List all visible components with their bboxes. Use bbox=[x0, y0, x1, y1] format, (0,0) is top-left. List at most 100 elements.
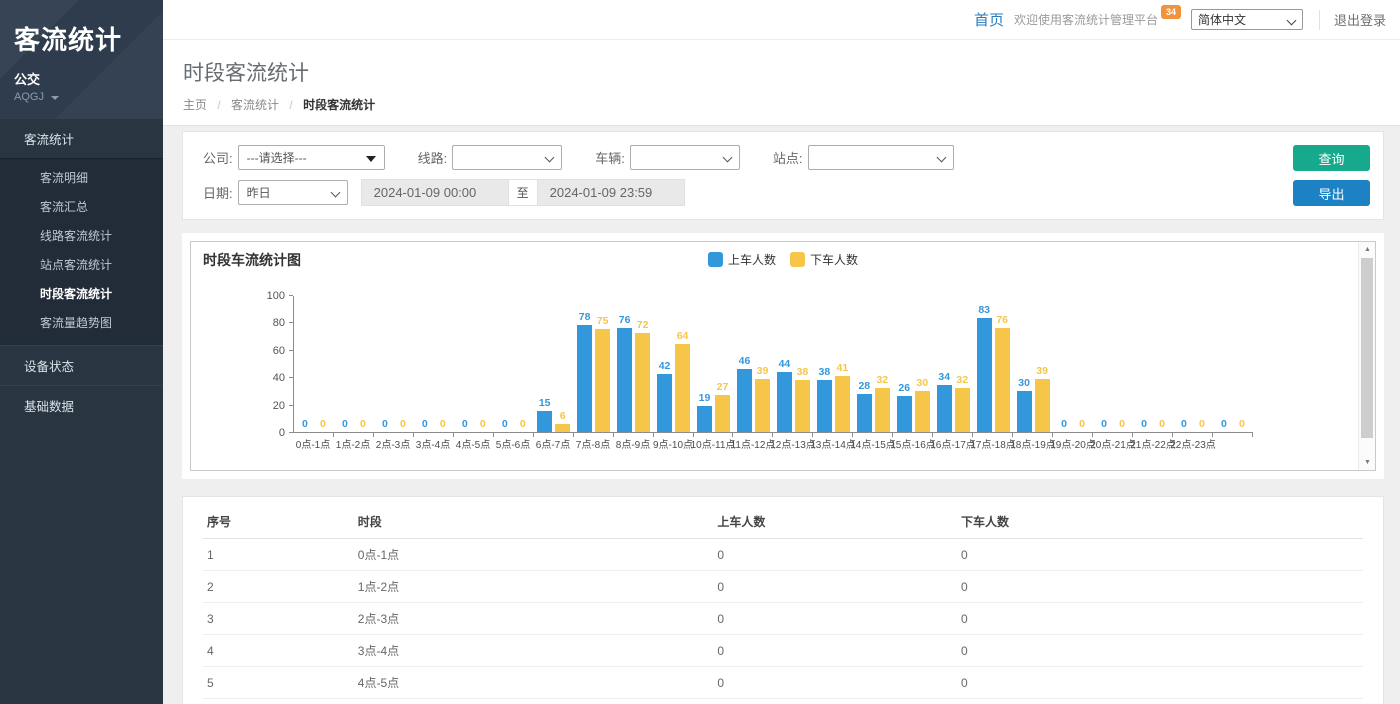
x-axis-label: 18点-19点 bbox=[1013, 436, 1053, 451]
legend-label: 上车人数 bbox=[728, 251, 776, 268]
bar-value-label: 46 bbox=[739, 355, 751, 367]
end-datetime-input[interactable]: 2024-01-09 23:59 bbox=[537, 179, 685, 206]
home-link[interactable]: 首页 bbox=[974, 9, 1004, 30]
y-axis-label: 40 bbox=[273, 372, 285, 384]
line-label: 线路: bbox=[418, 148, 448, 167]
x-axis-label: 7点-8点 bbox=[573, 436, 613, 451]
x-axis-label: 14点-15点 bbox=[853, 436, 893, 451]
legend-item[interactable]: 下车人数 bbox=[790, 251, 858, 268]
bar-value-label: 27 bbox=[717, 381, 729, 393]
table-cell: 0 bbox=[957, 635, 1363, 667]
scroll-down-arrow[interactable]: ▼ bbox=[1359, 455, 1376, 470]
y-axis-label: 20 bbox=[273, 400, 285, 412]
y-axis-label: 0 bbox=[279, 427, 285, 439]
org-code-label: AQGJ bbox=[14, 91, 44, 103]
bar-group: 00 bbox=[334, 296, 374, 432]
x-axis-label: 16点-17点 bbox=[933, 436, 973, 451]
legend-label: 下车人数 bbox=[810, 251, 858, 268]
date-preset-select[interactable]: 昨日 bbox=[238, 180, 348, 205]
org-code-dropdown[interactable]: AQGJ bbox=[14, 91, 149, 103]
line-filter: 线路: bbox=[418, 145, 563, 170]
bar-value-label: 0 bbox=[520, 418, 526, 430]
x-axis-label: 1点-2点 bbox=[333, 436, 373, 451]
bar-value-label: 0 bbox=[1141, 418, 1147, 430]
table-cell: 4 bbox=[203, 635, 354, 667]
chart-scrollbar[interactable]: ▲ ▼ bbox=[1358, 242, 1375, 470]
table-header-row: 序号 时段 上车人数 下车人数 bbox=[203, 505, 1363, 539]
page-header: 时段客流统计 主页 / 客流统计 / 时段客流统计 bbox=[163, 40, 1400, 126]
query-button[interactable]: 查询 bbox=[1293, 145, 1370, 171]
col-header-index: 序号 bbox=[203, 505, 354, 539]
y-axis-tick bbox=[289, 350, 293, 351]
bar-value-label: 0 bbox=[1181, 418, 1187, 430]
bar-group: 00 bbox=[1053, 296, 1093, 432]
sidebar-subitem[interactable]: 客流明细 bbox=[0, 163, 163, 192]
bar-group: 00 bbox=[294, 296, 334, 432]
bar-group: 3841 bbox=[813, 296, 853, 432]
company-filter: 公司: ---请选择--- bbox=[203, 145, 385, 170]
line-select[interactable] bbox=[452, 145, 562, 170]
bar-value-label: 0 bbox=[1119, 418, 1125, 430]
bar-value-label: 0 bbox=[440, 418, 446, 430]
bar-group: 00 bbox=[1133, 296, 1173, 432]
col-header-alighting: 下车人数 bbox=[957, 505, 1363, 539]
x-axis-label: 8点-9点 bbox=[613, 436, 653, 451]
bar-value-label: 28 bbox=[858, 380, 870, 392]
bar-value-label: 78 bbox=[579, 311, 591, 323]
bar-value-label: 38 bbox=[819, 366, 831, 378]
sidebar-item-passenger-stats[interactable]: 客流统计 bbox=[0, 118, 163, 158]
table-cell: 0 bbox=[957, 539, 1363, 571]
sidebar-subitem[interactable]: 线路客流统计 bbox=[0, 221, 163, 250]
vehicle-select[interactable] bbox=[630, 145, 740, 170]
table-cell: 0 bbox=[713, 667, 957, 699]
bar-value-label: 0 bbox=[382, 418, 388, 430]
table-cell: 2 bbox=[203, 571, 354, 603]
app-logo: 客流统计 bbox=[14, 20, 149, 57]
bar-value-label: 32 bbox=[876, 374, 888, 386]
filter-row-1: 公司: ---请选择--- 线路: 车辆: bbox=[203, 145, 1363, 170]
bar-group: 7672 bbox=[614, 296, 654, 432]
bar-boarding: 42 bbox=[657, 374, 672, 432]
welcome-text: 欢迎使用客流统计管理平台 bbox=[1014, 11, 1158, 28]
table-cell: 0 bbox=[713, 539, 957, 571]
bar-value-label: 34 bbox=[938, 371, 950, 383]
scrollbar-thumb[interactable] bbox=[1361, 258, 1373, 438]
sidebar-subitem[interactable]: 站点客流统计 bbox=[0, 250, 163, 279]
bar-group: 4264 bbox=[654, 296, 694, 432]
scroll-up-arrow[interactable]: ▲ bbox=[1359, 242, 1376, 257]
legend-item[interactable]: 上车人数 bbox=[708, 251, 776, 268]
sidebar: 客流统计 公交 AQGJ 客流统计 客流明细客流汇总线路客流统计站点客流统计时段… bbox=[0, 0, 163, 704]
bar-value-label: 6 bbox=[560, 410, 566, 422]
y-axis-label: 100 bbox=[267, 290, 285, 302]
station-select[interactable] bbox=[808, 145, 954, 170]
table-cell: 5点-6点 bbox=[354, 699, 714, 704]
bar-group: 46 39 bbox=[733, 296, 773, 432]
sidebar-subitem[interactable]: 客流量趋势图 bbox=[0, 308, 163, 337]
export-button[interactable]: 导出 bbox=[1293, 180, 1370, 206]
breadcrumb-home[interactable]: 主页 bbox=[183, 98, 207, 112]
bar-alighting: 39 bbox=[755, 379, 770, 432]
breadcrumb-section[interactable]: 客流统计 bbox=[231, 98, 279, 112]
sidebar-item-base-data[interactable]: 基础数据 bbox=[0, 385, 163, 425]
bar-alighting: 72 bbox=[635, 333, 650, 432]
table-cell: 5 bbox=[203, 667, 354, 699]
start-datetime-input[interactable]: 2024-01-09 00:00 bbox=[361, 179, 509, 206]
table-panel: 序号 时段 上车人数 下车人数 10点-1点0021点-2点0032点-3点00… bbox=[182, 496, 1384, 704]
bar-value-label: 0 bbox=[1079, 418, 1085, 430]
bar-value-label: 32 bbox=[956, 374, 968, 386]
bar-value-label: 0 bbox=[342, 418, 348, 430]
language-select[interactable]: 简体中文 bbox=[1191, 9, 1303, 30]
sidebar-subitem[interactable]: 时段客流统计 bbox=[0, 279, 163, 308]
sidebar-subitem[interactable]: 客流汇总 bbox=[0, 192, 163, 221]
bar-group: 00 bbox=[414, 296, 454, 432]
sidebar-item-device-status[interactable]: 设备状态 bbox=[0, 345, 163, 385]
logout-link[interactable]: 退出登录 bbox=[1319, 10, 1386, 30]
company-select[interactable]: ---请选择--- bbox=[238, 145, 385, 170]
table-cell: 0 bbox=[957, 699, 1363, 704]
bar-boarding: 83 bbox=[977, 318, 992, 432]
bar-value-label: 0 bbox=[502, 418, 508, 430]
bar-boarding: 78 bbox=[577, 325, 592, 432]
logo-area: 客流统计 公交 AQGJ bbox=[0, 0, 163, 118]
bar-alighting: 39 bbox=[1035, 379, 1050, 432]
notification-badge[interactable]: 34 bbox=[1161, 5, 1181, 19]
